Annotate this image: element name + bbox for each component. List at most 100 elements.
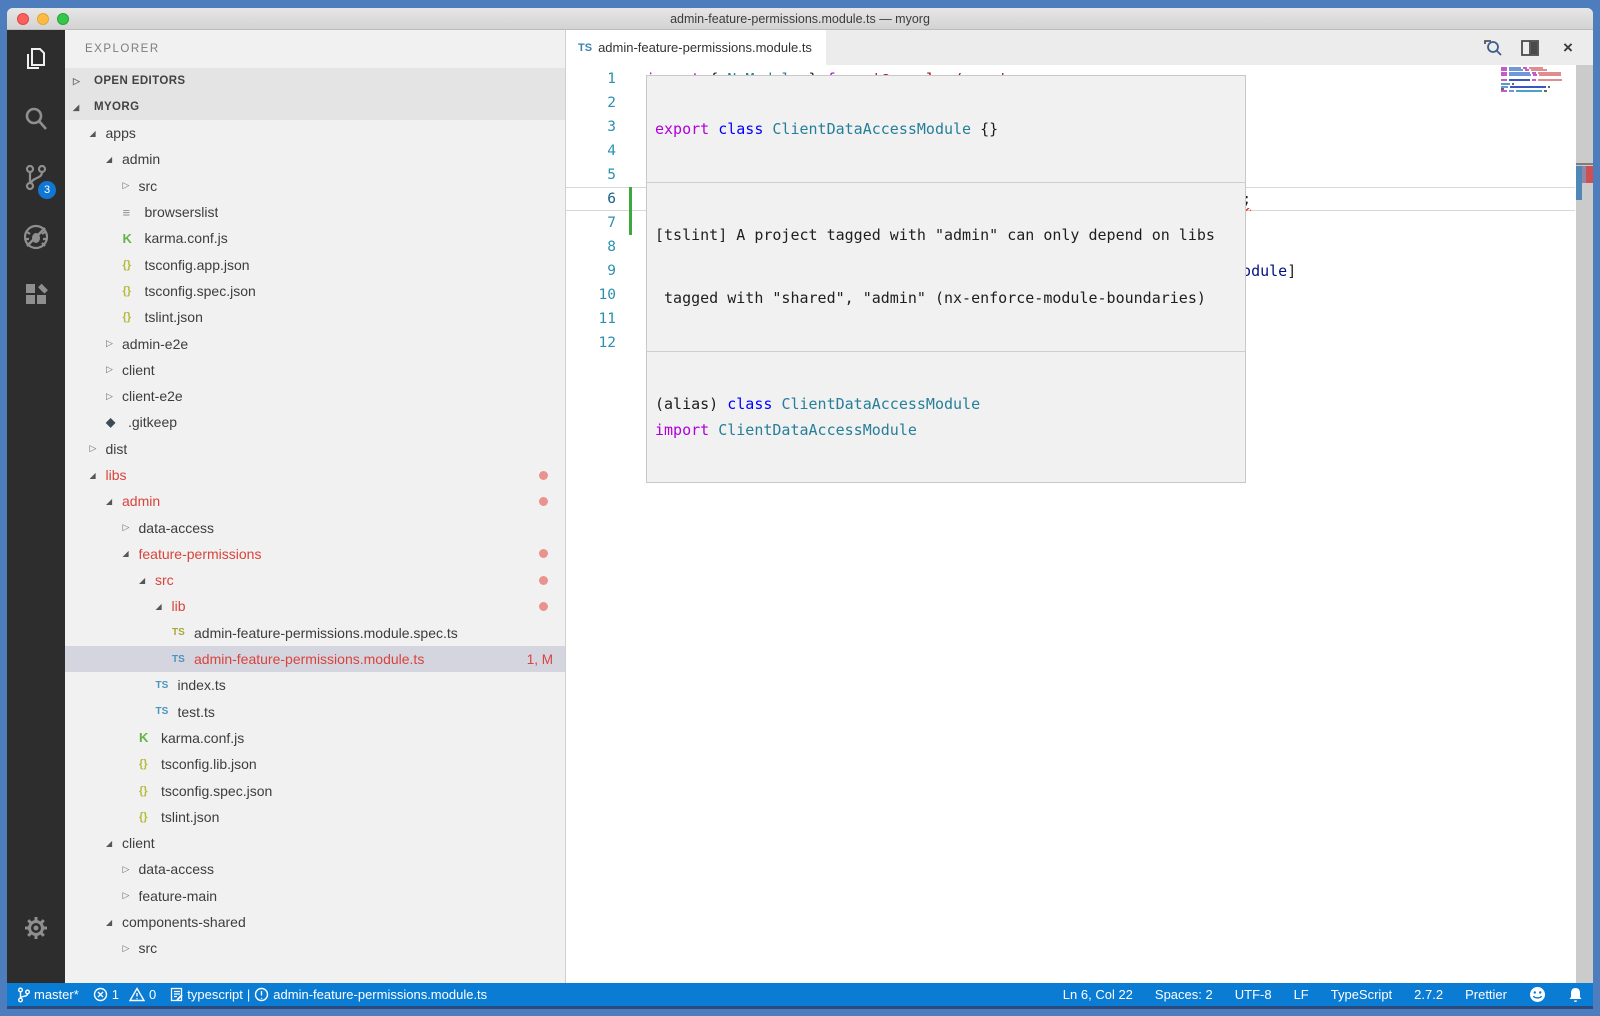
tab-admin-feature-permissions[interactable]: TS admin-feature-permissions.module.ts — [566, 30, 826, 65]
minimap[interactable] — [1501, 67, 1565, 95]
tooltip-alias-info: (alias) class ClientDataAccessModuleimpo… — [647, 351, 1245, 482]
gutter — [616, 67, 646, 91]
tree-item-label: src — [139, 940, 158, 956]
tree-item-src[interactable]: ▷src — [65, 173, 565, 199]
tree-item-label: data-access — [139, 520, 214, 536]
section-myorg[interactable]: ◢ MYORG — [65, 94, 565, 120]
traffic-lights[interactable] — [17, 13, 69, 25]
git-branch-icon — [17, 987, 30, 1003]
tree-item-tsconfig.spec.json[interactable]: {}tsconfig.spec.json — [65, 777, 565, 803]
tree-item-label: tsconfig.spec.json — [161, 783, 272, 799]
tree-item-client[interactable]: ▷client — [65, 357, 565, 383]
overview-ruler[interactable] — [1576, 65, 1593, 983]
tree-item-data-access[interactable]: ▷data-access — [65, 514, 565, 540]
tree-item-client[interactable]: ◢client — [65, 830, 565, 856]
chevron-down-icon: ◢ — [106, 497, 122, 506]
tree-item-label: client — [122, 835, 155, 851]
tree-item-.gitkeep[interactable]: ◆.gitkeep — [65, 409, 565, 435]
tree-item-admin-e2e[interactable]: ▷admin-e2e — [65, 330, 565, 356]
tree-item-label: data-access — [139, 861, 214, 877]
tree-item-index.ts[interactable]: TSindex.ts — [65, 672, 565, 698]
tree-item-tslint.json[interactable]: {}tslint.json — [65, 804, 565, 830]
gutter — [616, 211, 646, 235]
tree-item-label: admin-feature-permissions.module.spec.ts — [194, 625, 458, 641]
tree-item-lib[interactable]: ◢lib — [65, 593, 565, 619]
find-in-file-icon[interactable] — [1481, 37, 1503, 59]
notifications-bell-icon[interactable] — [1568, 987, 1583, 1003]
json-file-icon: {} — [123, 311, 145, 323]
feedback-smiley-icon[interactable] — [1529, 986, 1546, 1003]
tree-item-test.ts[interactable]: TStest.ts — [65, 699, 565, 725]
status-item-prettier[interactable]: Prettier — [1465, 987, 1507, 1002]
status-item-ln-6-col-22[interactable]: Ln 6, Col 22 — [1063, 987, 1133, 1002]
tree-item-label: admin — [122, 493, 160, 509]
tree-item-apps[interactable]: ◢apps — [65, 120, 565, 146]
gutter — [616, 163, 646, 187]
chevron-down-icon: ◢ — [90, 129, 106, 138]
line-number: 11 — [566, 311, 616, 327]
tree-item-label: feature-permissions — [139, 546, 262, 562]
problems-status[interactable]: 1 0 — [93, 987, 156, 1002]
maximize-window-button[interactable] — [57, 13, 69, 25]
status-item-spaces-2[interactable]: Spaces: 2 — [1155, 987, 1213, 1002]
explorer-icon[interactable] — [7, 30, 65, 89]
close-icon[interactable]: × — [1557, 37, 1579, 59]
status-item-utf-8[interactable]: UTF-8 — [1235, 987, 1272, 1002]
tree-item-libs[interactable]: ◢libs — [65, 462, 565, 488]
source-control-icon[interactable]: 3 — [7, 148, 65, 207]
tree-item-label: test.ts — [178, 704, 215, 720]
search-icon[interactable] — [7, 89, 65, 148]
tree-item-browserslist[interactable]: ≡browserslist — [65, 199, 565, 225]
line-number: 3 — [566, 119, 616, 135]
tree-item-src[interactable]: ▷src — [65, 935, 565, 961]
chevron-down-icon: ◢ — [106, 155, 122, 164]
tree-item-label: admin — [122, 151, 160, 167]
minimize-window-button[interactable] — [37, 13, 49, 25]
karma-file-icon: K — [139, 730, 161, 745]
section-open-editors[interactable]: ▷ OPEN EDITORS — [65, 68, 565, 94]
karma-file-icon: K — [123, 231, 145, 246]
ts-spec-file-icon: TS — [172, 627, 194, 638]
tree-item-admin[interactable]: ◢admin — [65, 488, 565, 514]
title-bar[interactable]: admin-feature-permissions.module.ts — my… — [7, 8, 1593, 30]
git-branch-status[interactable]: master* — [17, 987, 79, 1003]
overview-error-mark — [1586, 166, 1593, 183]
tree-item-label: feature-main — [139, 888, 218, 904]
tslint-status[interactable]: typescript | admin-feature-permissions.m… — [170, 987, 487, 1002]
tree-item-feature-main[interactable]: ▷feature-main — [65, 883, 565, 909]
gutter — [616, 283, 646, 307]
tree-item-tslint.json[interactable]: {}tslint.json — [65, 304, 565, 330]
ts-file-icon: TS — [156, 680, 178, 691]
tree-item-components-shared[interactable]: ◢components-shared — [65, 909, 565, 935]
debug-icon[interactable] — [7, 207, 65, 266]
tree-item-data-access[interactable]: ▷data-access — [65, 856, 565, 882]
close-window-button[interactable] — [17, 13, 29, 25]
status-item-2-7-2[interactable]: 2.7.2 — [1414, 987, 1443, 1002]
tree-item-karma.conf.js[interactable]: Kkarma.conf.js — [65, 225, 565, 251]
tree-item-label: karma.conf.js — [145, 230, 228, 246]
tree-item-karma.conf.js[interactable]: Kkarma.conf.js — [65, 725, 565, 751]
split-editor-icon[interactable] — [1519, 37, 1541, 59]
tree-item-tsconfig.spec.json[interactable]: {}tsconfig.spec.json — [65, 278, 565, 304]
tree-item-admin-feature-permissions.module.spec.ts[interactable]: TSadmin-feature-permissions.module.spec.… — [65, 620, 565, 646]
status-item-lf[interactable]: LF — [1294, 987, 1309, 1002]
tree-item-label: index.ts — [178, 677, 226, 693]
tree-item-admin-feature-permissions.module.ts[interactable]: TSadmin-feature-permissions.module.ts1, … — [65, 646, 565, 672]
tree-item-dist[interactable]: ▷dist — [65, 436, 565, 462]
status-item-typescript[interactable]: TypeScript — [1331, 987, 1392, 1002]
tree-item-tsconfig.lib.json[interactable]: {}tsconfig.lib.json — [65, 751, 565, 777]
scm-badge: 3 — [38, 181, 56, 199]
tree-item-client-e2e[interactable]: ▷client-e2e — [65, 383, 565, 409]
tree-item-tsconfig.app.json[interactable]: {}tsconfig.app.json — [65, 251, 565, 277]
editor-group: TS admin-feature-permissions.module.ts × — [565, 30, 1593, 983]
tree-item-feature-permissions[interactable]: ◢feature-permissions — [65, 541, 565, 567]
settings-gear-icon[interactable] — [7, 898, 65, 957]
chevron-right-icon: ▷ — [90, 443, 106, 454]
tree-item-src[interactable]: ◢src — [65, 567, 565, 593]
extensions-icon[interactable] — [7, 266, 65, 325]
modified-dot-badge — [539, 471, 548, 480]
chevron-down-icon: ◢ — [73, 103, 89, 112]
info-circle-icon — [254, 987, 269, 1002]
tree-item-admin[interactable]: ◢admin — [65, 146, 565, 172]
code-area[interactable]: 1import { NgModule } from '@angular/core… — [566, 65, 1593, 983]
